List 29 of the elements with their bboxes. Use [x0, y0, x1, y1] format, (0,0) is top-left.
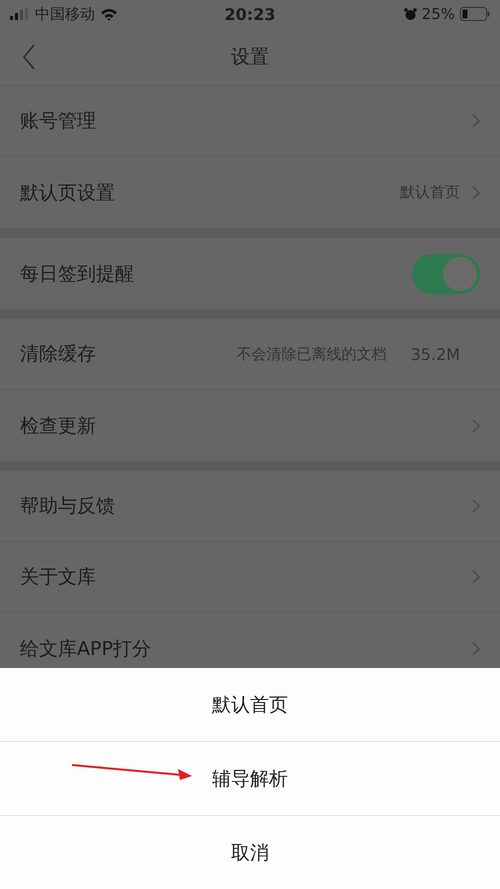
- settings-row[interactable]: 检查更新: [0, 390, 500, 461]
- row-label: 检查更新: [20, 414, 96, 438]
- status-time: 20:23: [224, 4, 276, 24]
- chevron-icon: [472, 114, 480, 128]
- row-label: 清除缓存: [20, 342, 96, 367]
- row-label: 账号管理: [20, 109, 96, 134]
- row-label: 默认页设置: [20, 180, 115, 206]
- chevron-icon: [472, 499, 480, 513]
- toggle-switch[interactable]: [412, 254, 480, 294]
- settings-row[interactable]: 每日签到提醒: [0, 238, 500, 309]
- wifi-icon: [100, 8, 118, 20]
- chevron-icon: [472, 186, 480, 200]
- row-label: 关于文库: [20, 565, 96, 590]
- settings-row[interactable]: 账号管理: [0, 86, 500, 157]
- battery-percent: 25%: [422, 5, 455, 23]
- row-label: 每日签到提醒: [20, 262, 134, 286]
- alarm-icon: [404, 8, 417, 20]
- chevron-icon: [472, 570, 480, 584]
- chevron-icon: [472, 418, 480, 432]
- row-label: 帮助与反馈: [20, 494, 115, 519]
- settings-row[interactable]: 关于文库: [0, 542, 500, 613]
- back-icon[interactable]: [22, 44, 36, 70]
- battery-icon: [460, 7, 490, 21]
- chevron-icon: [472, 642, 480, 656]
- settings-row[interactable]: 帮助与反馈: [0, 471, 500, 542]
- row-label: 给文库APP打分: [20, 636, 151, 662]
- carrier-name: 中国移动: [35, 4, 95, 24]
- page-title: 设置: [231, 44, 269, 70]
- signal-icon: [10, 8, 30, 20]
